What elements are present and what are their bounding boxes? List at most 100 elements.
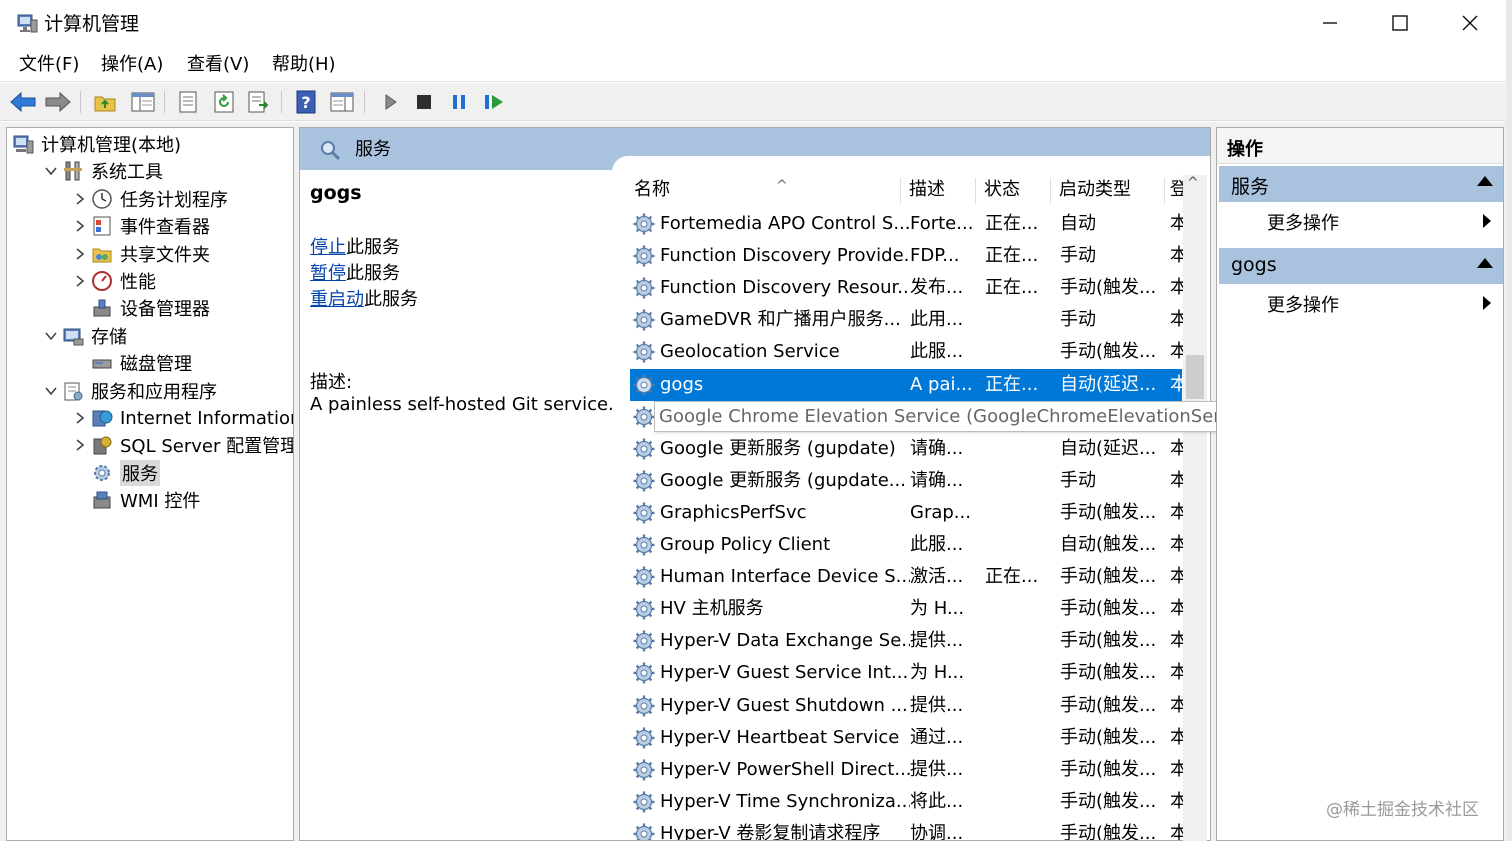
tree-item[interactable]: 存储	[41, 323, 127, 349]
service-row[interactable]: Google 更新服务 (gupdate) 请确... 自动(延迟... 本	[630, 433, 1184, 465]
service-row[interactable]: Hyper-V Guest Shutdown ...提供... 手动(触发... 本	[630, 690, 1184, 722]
chevron-down-icon[interactable]	[41, 165, 61, 177]
column-header-logon[interactable]: 登	[1170, 176, 1184, 204]
scrollbar-thumb[interactable]	[1186, 355, 1204, 399]
menu-file[interactable]: 文件(F)	[19, 53, 79, 77]
service-startup-type: 手动(触发...	[1060, 566, 1157, 588]
service-row[interactable]: Geolocation Service 此服... 手动(触发... 本	[630, 336, 1184, 368]
service-name: Hyper-V Time Synchroniza...	[660, 790, 910, 812]
more-actions-gogs[interactable]: 更多操作	[1219, 286, 1503, 320]
service-row[interactable]: Function Discovery Provide... FDP... 正在...…	[630, 240, 1184, 272]
service-gear-icon	[632, 212, 656, 236]
forward-arrow-icon	[45, 91, 71, 113]
menu-action[interactable]: 操作(A)	[101, 53, 163, 77]
service-gear-icon	[632, 726, 656, 750]
chevron-right-icon[interactable]	[70, 220, 90, 232]
chevron-right-icon[interactable]	[70, 275, 90, 287]
tree-item[interactable]: 任务计划程序	[70, 186, 228, 212]
scroll-up-icon[interactable]: ^	[1187, 175, 1199, 191]
service-row[interactable]: Fortemedia APO Control S... Forte... 正在...…	[630, 208, 1184, 240]
menu-view[interactable]: 查看(V)	[187, 53, 249, 77]
chevron-down-icon[interactable]	[41, 330, 61, 342]
service-row[interactable]: Hyper-V Heartbeat Service 通过... 手动(触发... 本	[630, 722, 1184, 754]
service-row[interactable]: Hyper-V Time Synchroniza... 将此... 手动(触发...…	[630, 786, 1184, 818]
refresh-button[interactable]	[211, 89, 237, 115]
stop-service-button[interactable]	[411, 89, 437, 115]
services-pane: 服务 gogs 停止此服务 暂停此服务 重启动此服务 描述: A painles…	[299, 127, 1211, 841]
tree-item-label: 性能	[120, 272, 156, 293]
tree-item[interactable]: 计算机管理(本地)	[11, 131, 181, 157]
more-actions-services[interactable]: 更多操作	[1219, 204, 1503, 238]
up-folder-button[interactable]	[92, 89, 118, 115]
service-gear-icon	[632, 308, 656, 332]
tree-item[interactable]: 服务和应用程序	[41, 378, 217, 404]
actions-section-services[interactable]: 服务	[1219, 166, 1503, 202]
services-list-scrollbar[interactable]: ^	[1183, 175, 1207, 841]
tree-item[interactable]: WMI 控件	[70, 487, 200, 513]
show-action-pane-button[interactable]	[329, 89, 355, 115]
close-button[interactable]	[1435, 0, 1505, 46]
service-row[interactable]: Google 更新服务 (gupdate...请确... 手动 本	[630, 465, 1184, 497]
service-startup-type: 手动(触发...	[1060, 662, 1157, 684]
properties-button[interactable]	[175, 89, 201, 115]
tree-item[interactable]: 系统工具	[41, 158, 163, 184]
service-row[interactable]: gogs A pai... 正在... 自动(延迟... 本	[630, 368, 1184, 401]
service-row[interactable]: Hyper-V 卷影复制请求程序 协调... 手动(触发... 本	[630, 818, 1184, 840]
show-hide-tree-button[interactable]	[130, 89, 156, 115]
service-name: GameDVR 和广播用户服务...	[660, 309, 901, 331]
export-list-button[interactable]	[246, 89, 272, 115]
service-startup-type: 手动(触发...	[1060, 790, 1157, 812]
chevron-down-icon[interactable]	[41, 385, 61, 397]
computer-management-icon	[11, 132, 35, 156]
service-description-cell: 为 H...	[910, 662, 965, 684]
service-row[interactable]: GameDVR 和广播用户服务... 此用... 手动 本	[630, 304, 1184, 336]
back-button[interactable]	[10, 89, 36, 115]
service-gear-icon	[632, 340, 656, 364]
service-gear-icon	[632, 373, 656, 397]
chevron-right-icon[interactable]	[70, 247, 90, 260]
service-row[interactable]: HV 主机服务 为 H... 手动(触发... 本	[630, 593, 1184, 625]
minimize-button[interactable]	[1295, 0, 1365, 46]
tree-item[interactable]: 共享文件夹	[70, 241, 210, 267]
pause-service-link[interactable]: 暂停	[310, 263, 346, 284]
start-service-button[interactable]	[377, 89, 403, 115]
tree-item[interactable]: 磁盘管理	[70, 350, 192, 376]
service-row[interactable]: GraphicsPerfSvc Grap... 手动(触发... 本	[630, 497, 1184, 529]
column-header-startup-type[interactable]: 启动类型	[1059, 176, 1159, 204]
forward-button[interactable]	[45, 89, 71, 115]
menu-help[interactable]: 帮助(H)	[272, 53, 336, 77]
service-logon: 本	[1170, 469, 1184, 493]
service-row[interactable]: Hyper-V Guest Service Int... 为 H... 手动(触发.…	[630, 657, 1184, 689]
service-row[interactable]: Hyper-V PowerShell Direct... 提供... 手动(触发..…	[630, 754, 1184, 786]
stop-service-link[interactable]: 停止	[310, 237, 346, 258]
help-button[interactable]: ?	[293, 89, 319, 115]
service-logon: 本	[1170, 726, 1184, 750]
maximize-button[interactable]	[1365, 0, 1435, 46]
service-row[interactable]: Human Interface Device S... 激活... 正在... 手动(…	[630, 561, 1184, 593]
pause-service-action: 暂停此服务	[310, 262, 400, 286]
tree-item[interactable]: 设备管理器	[70, 295, 210, 321]
more-actions-services-label: 更多操作	[1267, 213, 1339, 234]
service-gear-icon	[632, 629, 656, 653]
chevron-right-icon[interactable]	[70, 439, 90, 452]
tree-item[interactable]: 事件查看器	[70, 213, 210, 239]
pause-service-button[interactable]	[446, 89, 472, 115]
chevron-right-icon[interactable]	[70, 412, 90, 424]
restart-service-button[interactable]	[481, 89, 507, 115]
service-row[interactable]: Function Discovery Resour... 发布... 正在... 手动…	[630, 272, 1184, 304]
service-gear-icon	[632, 405, 656, 429]
actions-section-gogs[interactable]: gogs	[1219, 248, 1503, 284]
service-row[interactable]: Group Policy Client 此服... 自动(触发... 本	[630, 529, 1184, 561]
column-header-description[interactable]: 描述	[909, 176, 971, 204]
restart-service-link[interactable]: 重启动	[310, 289, 364, 310]
tree-item[interactable]: SQL Server 配置管理器	[70, 432, 293, 458]
column-header-status[interactable]: 状态	[984, 176, 1046, 204]
tree-item[interactable]: 性能	[70, 268, 156, 294]
chevron-right-icon[interactable]	[70, 193, 90, 205]
tree-item[interactable]: 服务	[70, 459, 160, 486]
service-name: Fortemedia APO Control S...	[660, 213, 910, 234]
service-row[interactable]: Hyper-V Data Exchange Se... 提供... 手动(触发...…	[630, 625, 1184, 657]
column-header-name[interactable]: 名称 ^	[634, 176, 894, 204]
service-status: 正在...	[985, 277, 1039, 299]
tree-item[interactable]: Internet Information Se	[70, 405, 293, 431]
